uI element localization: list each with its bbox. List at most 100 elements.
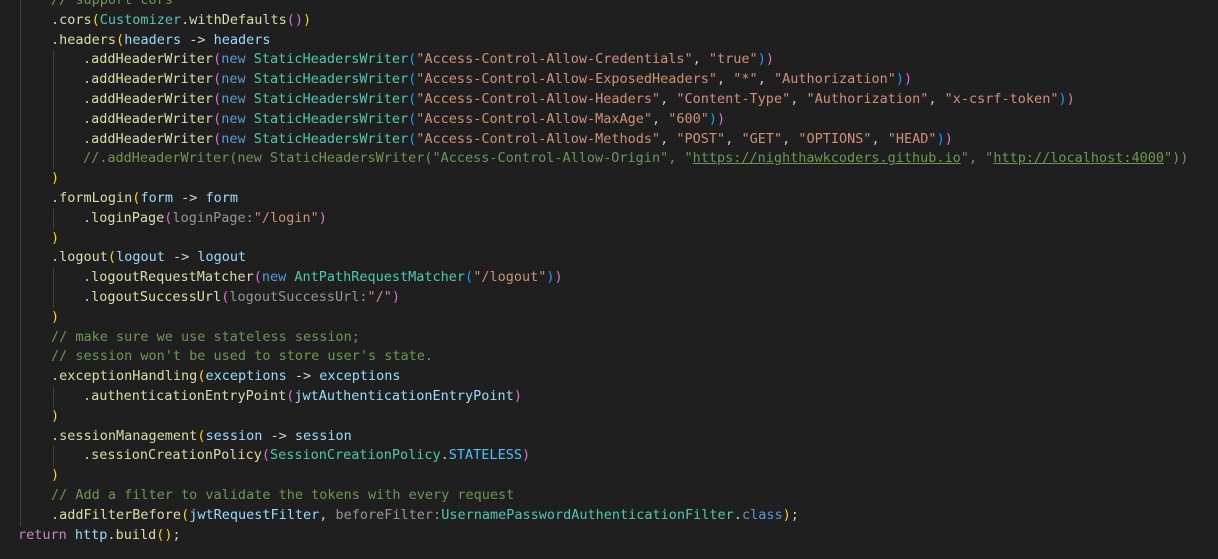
- code-token: class: [741, 506, 783, 523]
- code-token: new: [221, 91, 254, 107]
- code-line[interactable]: //.addHeaderWriter(new StaticHeadersWrit…: [83, 149, 1188, 169]
- code-token: cors: [59, 11, 92, 28]
- code-line[interactable]: // Add a filter to validate the tokens w…: [51, 486, 514, 506]
- code-token: logout: [197, 249, 247, 266]
- code-token: beforeFilter:: [335, 506, 442, 523]
- code-token: ): [765, 51, 774, 68]
- code-token: "Authorization": [773, 71, 896, 88]
- code-token: ): [936, 130, 945, 147]
- code-line[interactable]: .sessionManagement(session -> session: [51, 427, 352, 447]
- code-token: .: [51, 368, 60, 385]
- code-token: ): [708, 110, 718, 127]
- code-line[interactable]: .exceptionHandling(exceptions -> excepti…: [51, 367, 401, 387]
- code-line[interactable]: .addHeaderWriter(new StaticHeadersWriter…: [83, 70, 912, 90]
- code-token: (: [213, 71, 222, 88]
- code-line[interactable]: // session won't be used to store user's…: [51, 347, 433, 367]
- code-token: StaticHeadersWriter: [253, 110, 409, 127]
- code-token: ,: [782, 130, 799, 147]
- code-token: addHeaderWriter: [91, 91, 214, 107]
- code-token: ,: [790, 91, 807, 107]
- code-token: .: [733, 506, 742, 523]
- code-line[interactable]: .sessionCreationPolicy(SessionCreationPo…: [83, 446, 530, 466]
- code-token: ): [944, 130, 953, 147]
- code-token: (: [213, 51, 222, 68]
- code-token: ,: [725, 130, 742, 147]
- code-token: StaticHeadersWriter: [253, 51, 409, 68]
- code-line[interactable]: .formLogin(form -> form: [51, 189, 238, 209]
- code-token: sessionManagement: [59, 427, 198, 444]
- code-line[interactable]: ): [51, 407, 59, 427]
- code-token: // Add a filter to validate the tokens w…: [51, 487, 515, 503]
- code-token: authenticationEntryPoint: [91, 388, 287, 404]
- code-line[interactable]: .logoutRequestMatcher(new AntPathRequest…: [83, 268, 563, 288]
- code-token: addFilterBefore: [59, 506, 182, 523]
- code-line[interactable]: .addHeaderWriter(new StaticHeadersWriter…: [83, 130, 953, 150]
- code-token: (: [253, 269, 262, 286]
- code-token: .: [107, 526, 116, 543]
- code-token: ): [521, 447, 531, 464]
- code-token: "Authorization": [806, 91, 929, 107]
- code-token: .: [83, 209, 92, 226]
- code-token: (: [116, 31, 125, 48]
- code-token: session: [294, 427, 352, 444]
- code-line[interactable]: ): [51, 466, 59, 486]
- code-token: ,: [692, 51, 709, 68]
- code-line[interactable]: .addHeaderWriter(new StaticHeadersWriter…: [83, 90, 1075, 110]
- code-token: new: [261, 269, 295, 286]
- code-token: loginPage: [91, 209, 165, 226]
- code-line[interactable]: .addFilterBefore(jwtRequestFilter, befor…: [51, 506, 799, 526]
- code-token: "HEAD": [887, 130, 937, 147]
- code-token: ;: [790, 506, 799, 523]
- code-token: ): [391, 289, 401, 305]
- code-line[interactable]: ): [51, 308, 59, 328]
- code-token: .: [51, 506, 60, 523]
- code-line[interactable]: .logout(logout -> logout: [51, 248, 246, 268]
- code-token: (: [107, 249, 117, 266]
- code-line[interactable]: .logoutSuccessUrl(logoutSuccessUrl:"/"): [83, 288, 400, 308]
- indent-guide: [53, 50, 54, 170]
- code-token: ,: [652, 110, 669, 127]
- code-line[interactable]: ): [51, 229, 59, 249]
- code-token: ): [513, 388, 522, 404]
- code-line[interactable]: .headers(headers -> headers: [51, 31, 271, 51]
- code-line[interactable]: return http.build();: [18, 526, 181, 546]
- code-editor[interactable]: // support cors .cors(Customizer.withDefa…: [0, 0, 1218, 559]
- code-line[interactable]: .authenticationEntryPoint(jwtAuthenticat…: [83, 387, 522, 407]
- code-token: // make sure we use stateless session;: [51, 328, 360, 345]
- code-token: ): [51, 407, 60, 424]
- code-token: addHeaderWriter: [91, 51, 214, 68]
- code-line[interactable]: .loginPage(loginPage:"/login"): [83, 209, 327, 229]
- code-line[interactable]: .addHeaderWriter(new StaticHeadersWriter…: [83, 50, 774, 70]
- code-token: .: [83, 110, 92, 127]
- code-token: exceptionHandling: [59, 368, 198, 385]
- code-token: ): [554, 269, 563, 286]
- code-token: .: [83, 71, 92, 88]
- code-token: .: [440, 447, 449, 464]
- code-token: //.addHeaderWriter(new StaticHeadersWrit…: [83, 150, 693, 167]
- indent-guide: [53, 208, 54, 229]
- code-token: "Content-Type": [676, 91, 791, 107]
- code-token: addHeaderWriter: [91, 110, 214, 127]
- code-token: (: [181, 506, 190, 523]
- code-line[interactable]: // support cors: [51, 0, 173, 11]
- code-token: new: [221, 110, 254, 127]
- code-token: (): [156, 526, 173, 543]
- code-token: .: [83, 269, 92, 286]
- code-token: "/": [367, 289, 392, 305]
- code-token: Customizer: [99, 11, 182, 28]
- code-token: jwtRequestFilter: [189, 506, 320, 523]
- code-token: "Access-Control-Allow-MaxAge": [416, 110, 652, 127]
- code-line[interactable]: ): [51, 169, 59, 189]
- code-line[interactable]: // make sure we use stateless session;: [51, 328, 360, 348]
- code-token: ")): [1164, 150, 1189, 167]
- code-token: ): [1066, 91, 1075, 107]
- code-token: .: [83, 91, 92, 107]
- code-token: ->: [164, 249, 198, 266]
- code-line[interactable]: .addHeaderWriter(new StaticHeadersWriter…: [83, 110, 725, 130]
- code-token: "OPTIONS": [798, 130, 872, 147]
- code-token: ->: [286, 368, 320, 385]
- code-line[interactable]: .cors(Customizer.withDefaults()): [51, 11, 311, 31]
- code-token: (: [213, 130, 222, 147]
- code-token: http://localhost:4000: [993, 150, 1164, 167]
- code-token: .: [51, 427, 60, 444]
